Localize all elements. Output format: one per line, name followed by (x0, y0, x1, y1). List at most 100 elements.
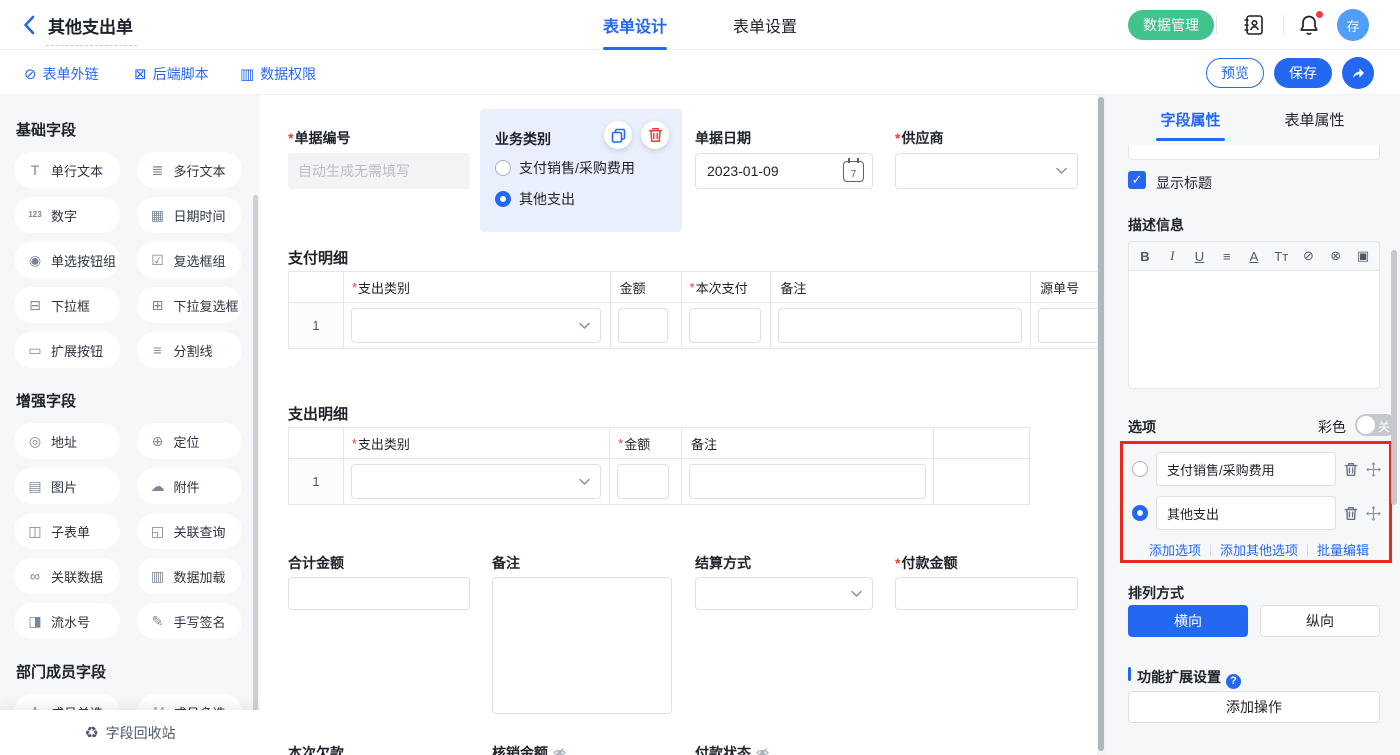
font-size-icon[interactable]: Tᴛ (1274, 249, 1288, 264)
tab-form-design[interactable]: 表单设计 (603, 0, 667, 50)
pay-table-title: 支付明细 (288, 247, 348, 268)
remark-input[interactable] (778, 308, 1022, 343)
biz-type-option-2[interactable]: 其他支出 (495, 189, 575, 209)
arrange-horizontal-button[interactable]: 横向 (1128, 605, 1248, 637)
pay-amount-input[interactable] (895, 577, 1078, 610)
delete-option-button[interactable] (1344, 462, 1358, 477)
field-item-number[interactable]: 123数字 (14, 197, 120, 233)
amount-input[interactable] (617, 464, 669, 499)
doc-no-input[interactable] (288, 153, 470, 189)
expense-detail-table: 1 *支出类别 *金额 备注 (288, 427, 1030, 505)
radio-unchecked-icon[interactable] (495, 160, 511, 176)
recycle-icon: ♻ (84, 723, 98, 743)
field-item-single-text[interactable]: T单行文本 (14, 152, 120, 188)
sidebar-scrollbar[interactable] (253, 195, 258, 755)
field-item-multi-text[interactable]: ≣多行文本 (137, 152, 243, 188)
expense-type-select[interactable] (351, 308, 601, 343)
location-icon: ⊕ (150, 434, 166, 448)
toggle-state-label: 关 (1378, 418, 1390, 435)
field-item-checkbox-group[interactable]: ☑复选框组 (137, 242, 243, 278)
canvas-scrollbar-thumb[interactable] (1098, 97, 1104, 751)
move-option-handle[interactable] (1366, 462, 1381, 477)
link-icon[interactable]: ⊘ (1302, 248, 1316, 264)
preview-button[interactable]: 预览 (1206, 58, 1264, 88)
tab-field-properties[interactable]: 字段属性 (1160, 95, 1220, 143)
field-item-datetime[interactable]: ▦日期时间 (137, 197, 243, 233)
radio-unchecked-icon[interactable] (1132, 461, 1148, 477)
notification-bell-icon[interactable] (1297, 13, 1321, 42)
field-item-image[interactable]: ▤图片 (14, 468, 120, 504)
option-text-input-1[interactable] (1156, 452, 1336, 486)
data-permission-link[interactable]: ▥ 数据权限 (240, 64, 316, 84)
add-action-button[interactable]: 添加操作 (1128, 691, 1380, 723)
field-item-signature[interactable]: ✎手写签名 (137, 603, 243, 639)
page-title[interactable]: 其他支出单 (46, 13, 137, 46)
expense-type-select[interactable] (351, 464, 601, 499)
delete-option-button[interactable] (1344, 506, 1358, 521)
address-book-icon[interactable] (1242, 13, 1266, 42)
tab-form-properties[interactable]: 表单属性 (1285, 95, 1345, 143)
app-header: 其他支出单 表单设计 表单设置 数据管理 存 (0, 0, 1400, 50)
doc-date-picker[interactable]: 2023-01-09 7 (695, 153, 873, 189)
field-item-divider[interactable]: ≡分割线 (137, 332, 243, 368)
arrange-vertical-button[interactable]: 纵向 (1260, 605, 1380, 637)
total-amount-input[interactable] (288, 577, 470, 610)
radio-checked-icon[interactable] (495, 191, 511, 207)
field-recycle-bin[interactable]: ♻ 字段回收站 (0, 710, 260, 755)
field-item-radio-group[interactable]: ◉单选按钮组 (14, 242, 120, 278)
field-title-input-partial[interactable] (1128, 145, 1380, 160)
font-color-icon[interactable]: A (1247, 249, 1261, 264)
avatar[interactable]: 存 (1337, 9, 1369, 41)
field-item-relate-data[interactable]: ∞关联数据 (14, 558, 120, 594)
move-option-handle[interactable] (1366, 506, 1381, 521)
backend-script-link[interactable]: ⊠ 后端脚本 (134, 64, 209, 84)
underline-icon[interactable]: U (1193, 249, 1207, 264)
option-actions: 添加选项 添加其他选项 批量编辑 (1149, 540, 1369, 559)
field-item-subform[interactable]: ◫子表单 (14, 513, 120, 549)
settle-method-select[interactable] (695, 577, 873, 610)
data-manage-button[interactable]: 数据管理 (1128, 10, 1214, 40)
amount-input[interactable] (618, 308, 668, 343)
biz-type-option-1[interactable]: 支付销售/采购费用 (495, 158, 635, 178)
this-payment-input[interactable] (689, 308, 761, 343)
share-button[interactable] (1342, 57, 1374, 89)
remark-textarea[interactable] (492, 577, 672, 714)
field-item-relate-query[interactable]: ◱关联查询 (137, 513, 243, 549)
field-item-extend-button[interactable]: ▭扩展按钮 (14, 332, 120, 368)
selected-field-biz-type[interactable]: 业务类别 支付销售/采购费用 其他支出 (480, 109, 682, 232)
radio-option-label: 其他支出 (519, 189, 575, 209)
batch-edit-link[interactable]: 批量编辑 (1317, 540, 1369, 559)
unlink-icon[interactable]: ⊗ (1329, 248, 1343, 264)
field-item-data-load[interactable]: ▥数据加载 (137, 558, 243, 594)
field-item-serial-number[interactable]: ◨流水号 (14, 603, 120, 639)
add-other-option-link[interactable]: 添加其他选项 (1220, 540, 1298, 559)
delete-field-button[interactable] (641, 121, 669, 149)
radio-checked-icon[interactable] (1132, 505, 1148, 521)
option-text-input-2[interactable] (1156, 496, 1336, 530)
bold-icon[interactable]: B (1138, 249, 1152, 264)
save-button[interactable]: 保存 (1274, 58, 1332, 88)
panel-scrollbar-thumb[interactable] (1391, 250, 1397, 505)
field-item-select[interactable]: ⊟下拉框 (14, 287, 120, 323)
field-item-location[interactable]: ⊕定位 (137, 423, 243, 459)
subform-icon: ◫ (27, 524, 43, 538)
remark-input[interactable] (689, 464, 926, 499)
help-icon[interactable]: ? (1226, 674, 1241, 689)
form-external-link[interactable]: ⊘ 表单外链 (24, 64, 99, 84)
field-item-address[interactable]: ◎地址 (14, 423, 120, 459)
field-item-attachment[interactable]: ☁附件 (137, 468, 243, 504)
field-label-pay-status: 付款状态 (695, 743, 769, 755)
field-item-multi-select[interactable]: ⊞下拉复选框 (137, 287, 243, 323)
copy-field-button[interactable] (604, 121, 632, 149)
insert-image-icon[interactable]: ▣ (1356, 248, 1370, 264)
tab-form-settings[interactable]: 表单设置 (733, 0, 797, 50)
align-icon[interactable]: ≡ (1220, 249, 1234, 264)
canvas-scrollbar[interactable] (1097, 95, 1105, 755)
back-icon[interactable] (22, 15, 36, 40)
supplier-select[interactable] (895, 153, 1078, 189)
show-title-checkbox[interactable]: ✓ (1128, 171, 1146, 189)
description-editor-body[interactable] (1128, 271, 1380, 389)
source-no-input[interactable] (1038, 308, 1097, 343)
add-option-link[interactable]: 添加选项 (1149, 540, 1201, 559)
italic-icon[interactable]: I (1165, 248, 1179, 264)
